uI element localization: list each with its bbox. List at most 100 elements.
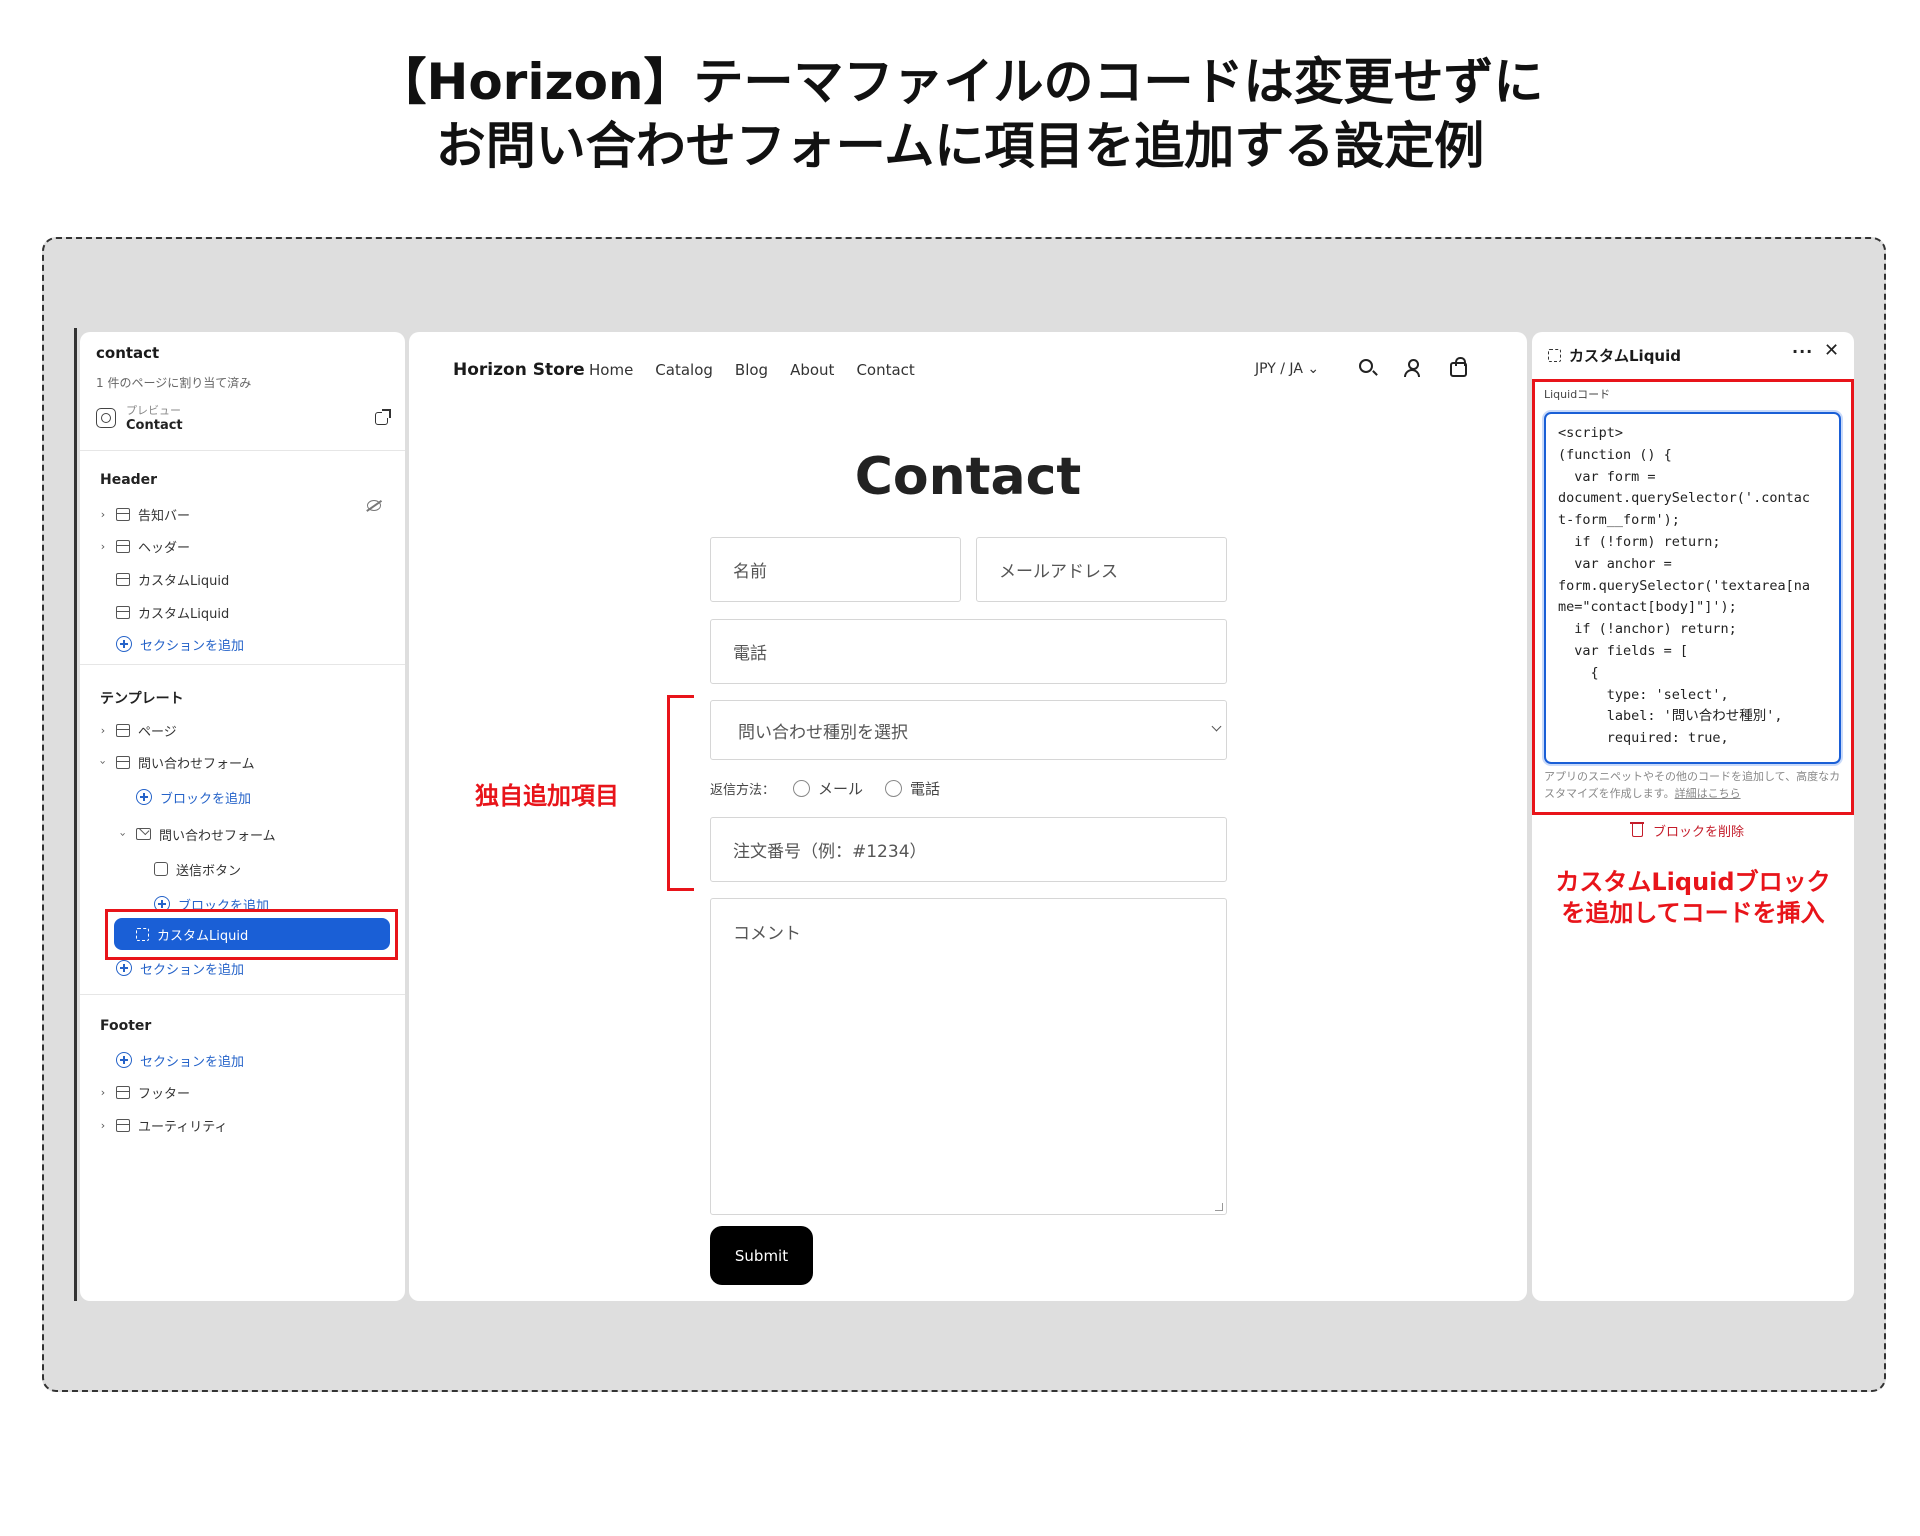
account-icon[interactable] [1404, 359, 1420, 377]
template-name: contact [96, 344, 160, 362]
reply-method-label: 返信方法： [710, 783, 776, 798]
radio-email[interactable] [793, 780, 811, 797]
chevron-right-icon[interactable]: › [96, 540, 110, 553]
annotation-custom-fields: 独自追加項目 [475, 782, 619, 810]
sidebar-item-label: ヘッダー [138, 540, 191, 556]
order-number-placeholder: 注文番号（例：#1234） [733, 842, 927, 862]
sidebar-item-contact-form-section[interactable]: › 問い合わせフォーム [96, 750, 255, 774]
order-number-input[interactable]: 注文番号（例：#1234） [710, 817, 1227, 882]
comment-placeholder: コメント [733, 924, 801, 944]
cart-icon[interactable] [1450, 357, 1467, 377]
chevron-down-icon[interactable]: › [116, 828, 130, 841]
close-icon[interactable]: ✕ [1824, 340, 1839, 361]
search-icon[interactable] [1359, 359, 1373, 373]
sidebar-item-label: 送信ボタン [176, 863, 242, 879]
section-icon [116, 572, 130, 586]
submit-button[interactable]: Submit [710, 1226, 813, 1285]
nav-about[interactable]: About [790, 361, 834, 379]
store-nav: Home Catalog Blog About Contact [589, 361, 915, 379]
add-block-button[interactable]: ブロックを追加 [136, 785, 251, 809]
chevron-right-icon[interactable]: › [96, 724, 110, 737]
section-icon [116, 539, 130, 553]
more-options-icon[interactable]: ··· [1792, 342, 1813, 361]
nav-home[interactable]: Home [589, 361, 633, 379]
preview-selector[interactable]: プレビュー Contact [92, 400, 392, 440]
section-icon [116, 605, 130, 619]
sidebar-item-label: カスタムLiquid [138, 573, 230, 589]
radio-phone-label[interactable]: 電話 [910, 778, 940, 799]
sidebar-item-header[interactable]: › ヘッダー [96, 534, 190, 558]
add-section-header-button[interactable]: セクションを追加 [116, 632, 244, 656]
sidebar-item-contact-form-block[interactable]: › 問い合わせフォーム [116, 822, 276, 846]
section-icon [116, 755, 130, 769]
highlight-box-sidebar [105, 909, 398, 960]
add-section-label: セクションを追加 [140, 962, 245, 978]
chevron-right-icon[interactable]: › [96, 1086, 110, 1099]
add-section-footer-button[interactable]: セクションを追加 [116, 1048, 244, 1072]
app-edge [74, 328, 77, 1301]
sidebar-item-label: カスタムLiquid [138, 606, 230, 622]
divider [80, 994, 405, 995]
theme-editor-sidebar: contact 1 件のページに割り当て済み プレビュー Contact Hea… [80, 332, 405, 1301]
preview-value: Contact [126, 418, 183, 433]
sidebar-item-label: ユーティリティ [138, 1119, 228, 1135]
inquiry-type-value: 問い合わせ種別を選択 [738, 722, 908, 743]
annotation-line-2: を追加してコードを挿入 [1561, 899, 1825, 927]
highlight-box-code [1532, 379, 1854, 815]
nav-contact[interactable]: Contact [856, 361, 914, 379]
store-preview: Horizon Store Home Catalog Blog About Co… [409, 332, 1527, 1301]
sidebar-item-utility[interactable]: › ユーティリティ [96, 1113, 227, 1137]
template-group-heading: テンプレート [100, 691, 184, 707]
delete-block-button[interactable]: ブロックを削除 [1630, 821, 1745, 840]
envelope-icon [136, 828, 151, 840]
custom-liquid-icon [1548, 349, 1561, 362]
header-group-heading: Header [100, 472, 158, 488]
sidebar-item-page[interactable]: › ページ [96, 718, 177, 742]
add-circle-icon [136, 789, 152, 805]
preview-icon [96, 408, 116, 428]
sidebar-item-submit-button[interactable]: 送信ボタン [154, 857, 241, 881]
external-link-icon[interactable] [375, 409, 391, 425]
hidden-eye-icon[interactable] [367, 500, 381, 511]
section-icon [116, 507, 130, 521]
sidebar-item-custom-liquid-2[interactable]: カスタムLiquid [116, 600, 229, 624]
comment-textarea[interactable]: コメント [710, 898, 1227, 1215]
email-input[interactable]: メールアドレス [976, 537, 1227, 602]
cursor-click-icon [154, 862, 168, 876]
delete-block-label: ブロックを削除 [1653, 825, 1745, 840]
inquiry-type-select[interactable]: 問い合わせ種別を選択 [710, 700, 1227, 760]
add-section-label: セクションを追加 [140, 1054, 245, 1070]
store-brand[interactable]: Horizon Store [453, 360, 585, 380]
panel-title: カスタムLiquid [1548, 345, 1681, 366]
sidebar-item-label: 問い合わせフォーム [138, 756, 255, 772]
sidebar-item-label: ページ [138, 724, 177, 740]
sidebar-item-custom-liquid-1[interactable]: カスタムLiquid [116, 567, 229, 591]
page-title-line-1: 【Horizon】テーマファイルのコードは変更せずに [376, 53, 1544, 111]
section-icon [116, 1085, 130, 1099]
chevron-right-icon[interactable]: › [96, 508, 110, 521]
add-circle-icon [116, 960, 132, 976]
nav-catalog[interactable]: Catalog [655, 361, 713, 379]
sidebar-item-announcement-bar[interactable]: › 告知バー [96, 502, 190, 526]
nav-blog[interactable]: Blog [735, 361, 768, 379]
radio-email-label[interactable]: メール [818, 778, 863, 799]
section-icon [116, 723, 130, 737]
name-input[interactable]: 名前 [710, 537, 961, 602]
template-assignment: 1 件のページに割り当て済み [96, 376, 252, 390]
resize-handle[interactable] [1215, 1203, 1223, 1211]
add-section-label: セクションを追加 [140, 638, 245, 654]
sidebar-item-footer[interactable]: › フッター [96, 1080, 190, 1104]
divider [80, 450, 405, 451]
contact-heading: Contact [854, 447, 1082, 507]
name-placeholder: 名前 [733, 562, 767, 582]
phone-input[interactable]: 電話 [710, 619, 1227, 684]
chevron-right-icon[interactable]: › [96, 1119, 110, 1132]
sidebar-item-label: 問い合わせフォーム [159, 828, 276, 844]
add-circle-icon [116, 636, 132, 652]
page-title-line-2: お問い合わせフォームに項目を追加する設定例 [435, 117, 1485, 175]
locale-selector[interactable]: JPY / JA ⌄ [1255, 361, 1319, 377]
phone-placeholder: 電話 [733, 644, 767, 664]
chevron-down-icon[interactable]: › [96, 756, 110, 769]
divider [80, 664, 405, 665]
radio-phone[interactable] [885, 780, 903, 797]
